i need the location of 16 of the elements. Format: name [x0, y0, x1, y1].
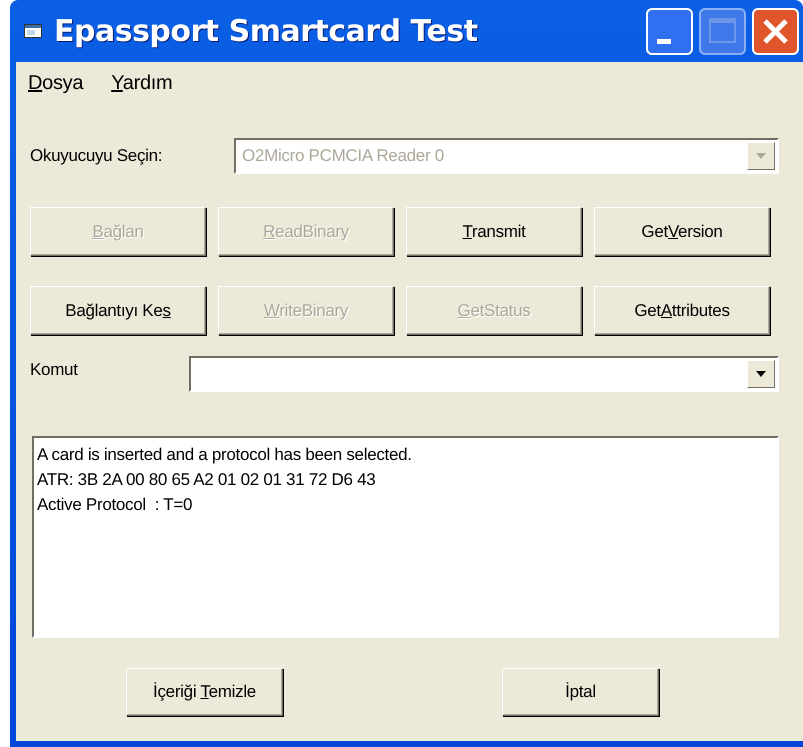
- output-field[interactable]: A card is inserted and a protocol has been selected. ATR: 3B 2A 00 80 65 A2 01 02 01 31 72 D6 43 Active Protocol : T=0: [32, 436, 779, 638]
- action-button[interactable]: Bağlantıyı Kes: [30, 286, 206, 335]
- close-button[interactable]: [752, 8, 799, 54]
- reader-label: Okuyucuyu Seçin:: [30, 146, 162, 166]
- command-label: Komut: [30, 360, 78, 380]
- action-button[interactable]: GetAttributes: [594, 286, 770, 335]
- menu-item[interactable]: Yardım: [109, 70, 174, 96]
- cancel-button[interactable]: İptal: [502, 668, 659, 716]
- clear-button[interactable]: İçeriği Temizle: [126, 668, 283, 716]
- app-icon: [24, 24, 42, 38]
- action-button[interactable]: Transmit: [406, 207, 582, 256]
- action-button[interactable]: GetVersion: [594, 207, 770, 256]
- minimize-button[interactable]: [646, 8, 693, 54]
- command-dropdown[interactable]: [189, 356, 779, 392]
- menu-item[interactable]: Dosya: [26, 70, 86, 96]
- window-title: Epassport Smartcard Test: [54, 14, 479, 48]
